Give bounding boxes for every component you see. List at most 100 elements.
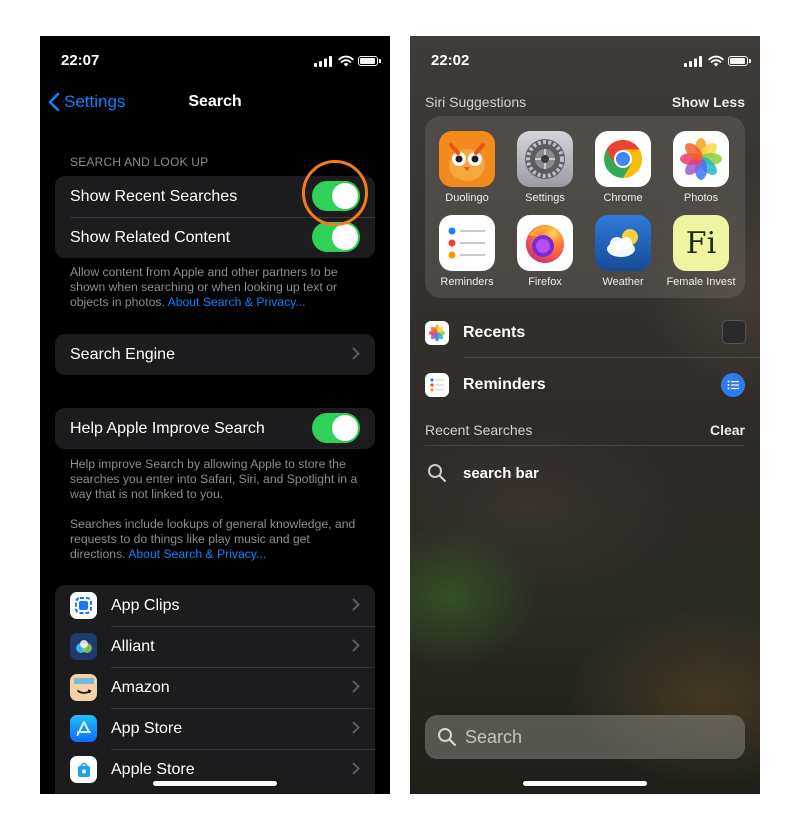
search-placeholder: Search xyxy=(465,726,523,747)
suggested-app-firefox[interactable]: Firefox xyxy=(510,215,580,288)
reminders-icon xyxy=(439,215,495,271)
search-engine-group: Search Engine xyxy=(55,334,375,375)
reminders-icon xyxy=(425,373,449,397)
list-icon xyxy=(721,373,745,397)
home-indicator[interactable] xyxy=(153,781,277,786)
app-store-label: App Store xyxy=(111,719,183,737)
recent-thumbnail xyxy=(722,320,746,344)
female-invest-icon: Fi xyxy=(673,215,729,271)
status-time: 22:07 xyxy=(61,52,100,69)
female-invest-glyph: Fi xyxy=(685,225,717,261)
firefox-label: Firefox xyxy=(528,276,562,288)
firefox-icon xyxy=(517,215,573,271)
suggested-app-female-invest[interactable]: Fi Female Invest xyxy=(666,215,736,288)
suggested-app-reminders[interactable]: Reminders xyxy=(432,215,502,288)
settings-icon xyxy=(517,131,573,187)
chevron-right-icon xyxy=(352,347,360,360)
battery-nub xyxy=(379,59,381,63)
spotlight-screen: 22:02 Siri Suggestions Show Less Duoling… xyxy=(410,36,760,794)
status-bar: 22:07 xyxy=(40,52,390,72)
help-improve-toggle[interactable] xyxy=(312,413,360,443)
page-title: Search xyxy=(188,93,242,110)
chevron-right-icon xyxy=(352,598,360,611)
settings-label: Settings xyxy=(525,192,565,204)
siri-suggestions-header: Siri Suggestions Show Less xyxy=(425,94,745,110)
chevron-right-icon xyxy=(352,639,360,652)
photos-label: Photos xyxy=(683,192,719,204)
about-search-privacy-link-2[interactable]: About Search & Privacy... xyxy=(128,547,266,561)
navigation-bar: Settings Search xyxy=(40,92,390,116)
app-store-icon xyxy=(70,715,97,742)
app-clips-label: App Clips xyxy=(111,596,180,614)
chevron-right-icon xyxy=(352,721,360,734)
battery-icon xyxy=(728,56,748,66)
status-time: 22:02 xyxy=(431,52,470,69)
photos-icon xyxy=(425,321,449,345)
photos-icon xyxy=(673,131,729,187)
amazon-label: Amazon xyxy=(111,678,170,696)
app-clips-icon xyxy=(70,592,97,619)
suggested-app-duolingo[interactable]: Duolingo xyxy=(432,131,502,204)
recent-divider xyxy=(425,445,745,446)
search-icon xyxy=(438,728,457,747)
search-icon xyxy=(428,464,447,483)
help-improve-row: Help Apple Improve Search xyxy=(55,408,375,449)
settings-search-screen: 22:07 Settings Search SEARCH AND LOOK UP… xyxy=(40,36,390,794)
home-indicator[interactable] xyxy=(523,781,647,786)
show-related-content-label: Show Related Content xyxy=(70,228,231,246)
weather-icon xyxy=(595,215,651,271)
chrome-icon xyxy=(595,131,651,187)
apple-store-label: Apple Store xyxy=(111,760,195,778)
alliant-icon xyxy=(70,633,97,660)
search-input[interactable]: Search xyxy=(425,715,745,759)
chevron-right-icon xyxy=(352,680,360,693)
app-row-alliant[interactable]: Alliant xyxy=(55,626,375,667)
alliant-label: Alliant xyxy=(111,637,155,655)
wifi-icon xyxy=(708,55,724,67)
siri-suggestions-title: Siri Suggestions xyxy=(425,94,527,110)
duolingo-label: Duolingo xyxy=(445,192,489,204)
cellular-signal-icon xyxy=(684,56,702,67)
duolingo-icon xyxy=(439,131,495,187)
result-row-reminders[interactable]: Reminders xyxy=(425,366,760,404)
apple-store-icon xyxy=(70,756,97,783)
result-divider xyxy=(463,357,760,358)
app-row-app-store[interactable]: App Store xyxy=(55,708,375,749)
apps-group: App Clips Alliant Amazon App Store Apple… xyxy=(55,585,375,794)
recent-search-text: search bar xyxy=(463,464,539,482)
female-invest-label: Female Invest xyxy=(666,276,736,288)
result-row-recents[interactable]: Recents xyxy=(425,314,760,352)
weather-label: Weather xyxy=(602,276,644,288)
reminders-label: Reminders xyxy=(440,276,494,288)
amazon-icon xyxy=(70,674,97,701)
app-row-amazon[interactable]: Amazon xyxy=(55,667,375,708)
recent-searches-title: Recent Searches xyxy=(425,422,533,438)
wifi-icon xyxy=(338,55,354,67)
chevron-right-icon xyxy=(352,762,360,775)
footnote-text-b-wrap: Searches include lookups of general know… xyxy=(70,517,362,562)
cellular-signal-icon xyxy=(314,56,332,67)
clear-button[interactable]: Clear xyxy=(710,422,745,438)
about-search-privacy-link[interactable]: About Search & Privacy... xyxy=(168,295,306,309)
siri-suggestions-panel: Duolingo Settings Chrome Photos Reminder… xyxy=(425,116,745,298)
help-improve-label: Help Apple Improve Search xyxy=(70,419,265,437)
suggested-app-settings[interactable]: Settings xyxy=(510,131,580,204)
show-less-button[interactable]: Show Less xyxy=(672,94,745,110)
help-improve-group: Help Apple Improve Search xyxy=(55,408,375,449)
recent-search-item[interactable]: search bar xyxy=(425,454,760,492)
suggested-app-weather[interactable]: Weather xyxy=(588,215,658,288)
help-improve-footnote: Help improve Search by allowing Apple to… xyxy=(70,457,362,562)
status-bar: 22:02 xyxy=(410,52,760,72)
battery-nub xyxy=(749,59,751,63)
suggested-app-photos[interactable]: Photos xyxy=(666,131,736,204)
search-engine-row[interactable]: Search Engine xyxy=(55,334,375,375)
section-header-search-look-up: SEARCH AND LOOK UP xyxy=(70,155,209,169)
footnote-text-a: Help improve Search by allowing Apple to… xyxy=(70,457,358,501)
battery-icon xyxy=(358,56,378,66)
recents-label: Recents xyxy=(463,324,526,341)
reminders-result-label: Reminders xyxy=(463,376,546,393)
suggested-app-chrome[interactable]: Chrome xyxy=(588,131,658,204)
search-privacy-footnote: Allow content from Apple and other partn… xyxy=(70,265,362,310)
show-related-content-toggle[interactable] xyxy=(312,222,360,252)
app-row-app-clips[interactable]: App Clips xyxy=(55,585,375,626)
